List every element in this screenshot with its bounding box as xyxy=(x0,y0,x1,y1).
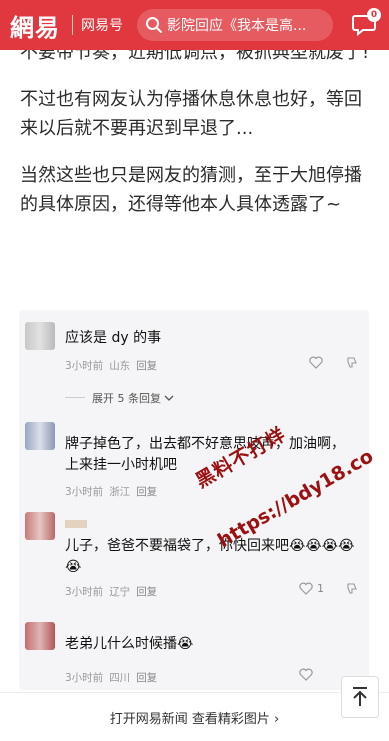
open-app-link[interactable]: 打开网易新闻 查看精彩图片 › xyxy=(110,708,279,727)
reply-button[interactable]: 回复 xyxy=(136,486,157,498)
message-count-badge: 0 xyxy=(367,8,381,22)
message-button[interactable]: 0 xyxy=(351,8,381,37)
message-icon xyxy=(351,15,377,41)
avatar xyxy=(25,422,55,450)
expand-divider xyxy=(65,397,85,398)
comment-time: 3小时前 xyxy=(65,586,104,598)
search-icon xyxy=(145,16,163,34)
search-bar[interactable]: 影院回应《我本是高... xyxy=(137,9,333,41)
comment-meta: 3小时前 四川 回复 xyxy=(65,670,163,685)
dislike-icon xyxy=(347,583,357,594)
heart-icon xyxy=(309,356,323,369)
comment-place: 辽宁 xyxy=(109,586,131,598)
avatar xyxy=(25,512,55,540)
expand-replies-button[interactable]: 展开 5 条回复 xyxy=(92,390,174,406)
comment-text: 儿子，爸爸不要福袋了，你快回来吧😭😭😭😭😭 xyxy=(65,538,355,575)
reply-button[interactable]: 回复 xyxy=(136,586,157,598)
like-count: 1 xyxy=(317,582,324,595)
dislike-icon xyxy=(347,357,357,368)
back-to-top-button[interactable] xyxy=(341,676,379,718)
comment-time: 3小时前 xyxy=(65,486,104,498)
user-badge xyxy=(65,520,87,528)
comment-time: 3小时前 xyxy=(65,360,104,372)
chevron-down-icon xyxy=(164,395,174,401)
dislike-button[interactable] xyxy=(345,582,358,595)
avatar xyxy=(25,622,55,650)
header-divider xyxy=(72,15,73,35)
reply-button[interactable]: 回复 xyxy=(136,360,157,372)
like-button[interactable]: 1 xyxy=(299,582,324,595)
arrow-up-icon xyxy=(353,687,367,706)
heart-icon xyxy=(299,668,313,681)
comment-text: 老弟儿什么时候播😭 xyxy=(65,636,194,652)
netease-logo[interactable]: 網易 xyxy=(10,8,60,43)
like-button[interactable] xyxy=(299,668,313,681)
comment-place: 浙江 xyxy=(109,486,131,498)
comment-place: 四川 xyxy=(109,672,131,684)
top-header: 網易 网易号 影院回应《我本是高... 0 xyxy=(0,0,389,50)
expand-label: 展开 5 条回复 xyxy=(92,392,161,405)
dislike-button[interactable] xyxy=(345,356,358,369)
comment-place: 山东 xyxy=(109,360,131,372)
article-body: 不要带节奏，近期低调点，被抓典型就废了! 不过也有网友认为停播休息休息也好，等回… xyxy=(20,42,375,237)
comment-meta: 3小时前 辽宁 回复 xyxy=(65,584,163,599)
comment-text: 应该是 dy 的事 xyxy=(65,330,162,346)
comment-time: 3小时前 xyxy=(65,672,104,684)
like-button[interactable] xyxy=(309,356,323,369)
comment-meta: 3小时前 山东 回复 xyxy=(65,358,163,373)
article-paragraph: 当然这些也只是网友的猜测，至于大旭停播的具体原因，还得等他本人具体透露了~ xyxy=(20,165,362,215)
netease-hao-link[interactable]: 网易号 xyxy=(81,15,123,35)
search-text: 影院回应《我本是高... xyxy=(167,18,307,34)
comments-screenshot-image[interactable]: 应该是 dy 的事 3小时前 山东 回复 展开 5 条回复 牌子掉色了，出去都不好意… xyxy=(19,310,369,690)
article-paragraph: 不过也有网友认为停播休息休息也好，等回来以后就不要再迟到早退了... xyxy=(20,89,362,139)
avatar xyxy=(25,322,55,350)
reply-button[interactable]: 回复 xyxy=(136,672,157,684)
comment-meta: 3小时前 浙江 回复 xyxy=(65,484,163,499)
open-app-bar: 打开网易新闻 查看精彩图片 › xyxy=(0,692,389,741)
heart-icon xyxy=(299,582,313,595)
